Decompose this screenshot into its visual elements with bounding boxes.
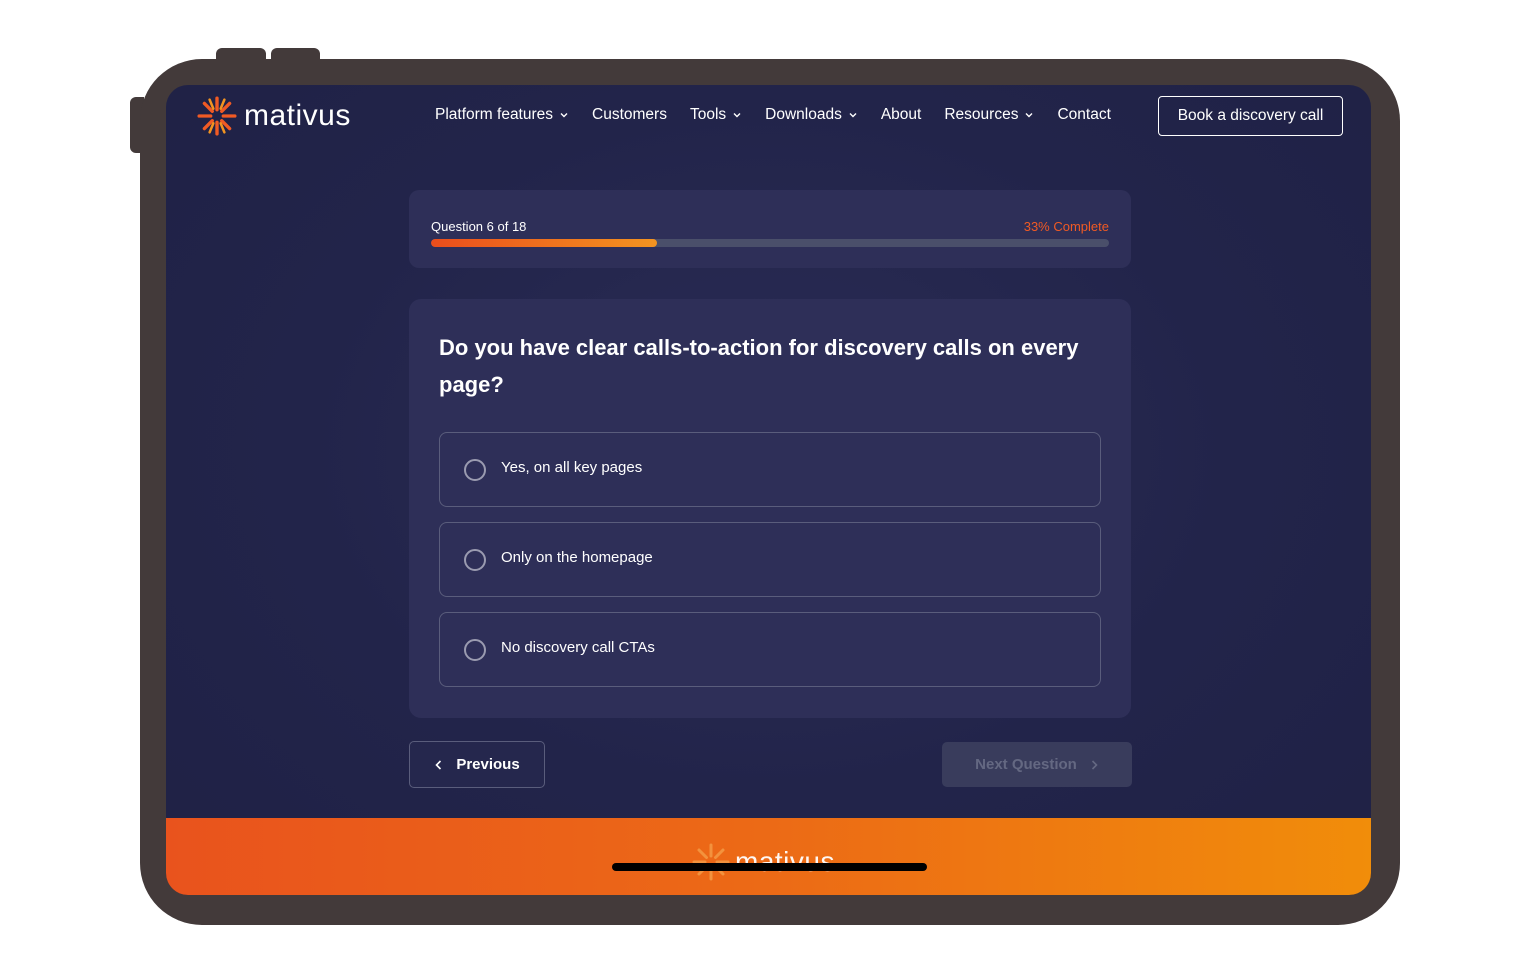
percent-complete: 33% Complete — [1023, 219, 1109, 234]
nav-item-label: Customers — [592, 106, 667, 123]
footer-brand-name: mativus — [735, 846, 835, 877]
question-title: Do you have clear calls-to-action for di… — [439, 335, 1079, 397]
nav-item-tools[interactable]: Tools — [690, 106, 742, 124]
answer-option-label: No discovery call CTAs — [501, 639, 655, 656]
answer-option-label: Only on the homepage — [501, 549, 653, 566]
brand-name: mativus — [244, 99, 351, 132]
progress-bar-fill — [431, 239, 657, 247]
home-indicator — [612, 863, 927, 871]
nav-item-contact[interactable]: Contact — [1057, 106, 1110, 124]
chevron-down-icon — [1025, 113, 1033, 118]
nav-item-label: Downloads — [765, 106, 842, 123]
nav-item-label: Resources — [944, 106, 1019, 123]
previous-button-label: Previous — [456, 756, 520, 773]
answer-option[interactable]: Yes, on all key pages — [439, 432, 1101, 507]
nav-item-label: About — [880, 106, 922, 123]
next-question-button[interactable]: Next Question — [942, 742, 1132, 787]
nav-item-label: Tools — [689, 106, 727, 123]
answer-option-label: Yes, on all key pages — [501, 459, 643, 476]
brand-logo[interactable]: mativus — [196, 95, 351, 137]
radio-button[interactable] — [464, 458, 486, 481]
answer-option[interactable]: Only on the homepage — [439, 522, 1101, 597]
book-discovery-call-button[interactable]: Book a discovery call — [1158, 96, 1343, 136]
nav-item-downloads[interactable]: Downloads — [765, 106, 858, 124]
radio-button[interactable] — [464, 638, 486, 661]
nav-item-customers[interactable]: Customers — [592, 106, 667, 124]
answer-option[interactable]: No discovery call CTAs — [439, 612, 1101, 687]
footer: mativus — [166, 818, 1371, 895]
footer-logo[interactable]: mativus — [691, 842, 835, 882]
sunburst-logo-icon — [692, 843, 730, 881]
sunburst-logo-icon — [197, 96, 237, 136]
chevron-down-icon — [733, 113, 741, 118]
nav-item-resources[interactable]: Resources — [944, 106, 1034, 124]
question-counter: Question 6 of 18 — [431, 219, 527, 234]
progress-card: Question 6 of 18 33% Complete — [409, 190, 1131, 268]
nav-item-label: Platform features — [435, 106, 554, 123]
chevron-left-icon — [435, 759, 442, 770]
question-card: Do you have clear calls-to-action for di… — [409, 299, 1131, 718]
nav-item-about[interactable]: About — [881, 106, 922, 124]
screen: mativus Platform features Customers Tool… — [166, 85, 1371, 895]
chevron-right-icon — [1091, 759, 1098, 770]
previous-button[interactable]: Previous — [409, 741, 545, 788]
progress-bar — [431, 239, 1109, 247]
main-nav: Platform features Customers Tools Downlo… — [435, 105, 1134, 125]
next-question-button-label: Next Question — [975, 756, 1077, 773]
chevron-down-icon — [560, 113, 568, 118]
nav-item-platform-features[interactable]: Platform features — [435, 106, 569, 124]
nav-item-label: Contact — [1057, 106, 1111, 123]
radio-button[interactable] — [464, 548, 486, 571]
chevron-down-icon — [849, 113, 857, 118]
